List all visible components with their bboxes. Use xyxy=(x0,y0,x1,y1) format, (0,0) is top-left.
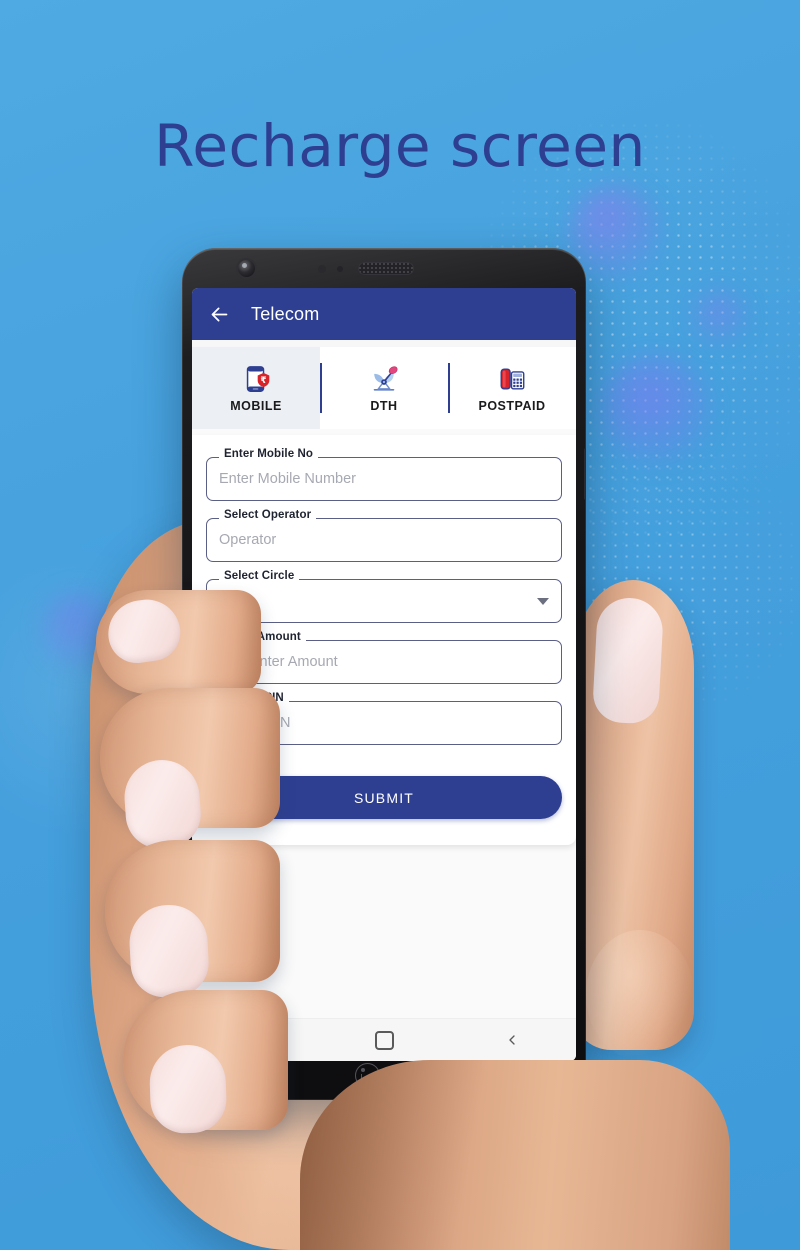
arrow-left-icon[interactable] xyxy=(204,299,234,329)
tab-mobile[interactable]: ₹ MOBILE xyxy=(192,347,320,429)
field-tpin: Enter TPIN xyxy=(206,692,562,745)
background-sheen xyxy=(0,540,200,840)
field-box[interactable]: ₹ xyxy=(206,640,562,684)
thumb-nail xyxy=(591,596,665,725)
submit-button[interactable]: SUBMIT xyxy=(206,776,562,819)
thumb-knuckle-highlight xyxy=(586,930,694,1060)
landline-phone-icon xyxy=(500,367,525,390)
hand-thumb xyxy=(572,580,694,1050)
rupee-icon: ₹ xyxy=(219,652,230,672)
field-label: Enter Mobile No xyxy=(219,448,319,461)
power-button[interactable] xyxy=(584,448,586,500)
fingernail xyxy=(104,595,184,667)
field-box[interactable]: Circle xyxy=(206,579,562,623)
satellite-dish-icon xyxy=(373,365,398,391)
chevron-down-icon[interactable] xyxy=(537,597,549,605)
field-label: Select Operator xyxy=(219,509,317,522)
lg-mark xyxy=(354,1063,380,1088)
circle-select-value: Circle xyxy=(219,593,257,609)
tab-label: DTH xyxy=(370,398,398,413)
lg-logo-icon: LG xyxy=(182,1063,586,1088)
proximity-sensor-icon xyxy=(318,265,326,273)
android-navigation-bar xyxy=(192,1018,576,1061)
lg-wordmark: LG xyxy=(384,1063,414,1087)
recents-icon[interactable] xyxy=(228,1025,284,1055)
decorative-blob xyxy=(693,290,748,345)
mobile-recharge-icon: ₹ xyxy=(246,365,270,392)
back-chevron-icon[interactable] xyxy=(484,1025,540,1055)
tab-label: POSTPAID xyxy=(478,398,546,413)
front-camera-icon xyxy=(238,260,255,277)
tab-label: MOBILE xyxy=(230,398,282,413)
app-bar: Telecom xyxy=(192,288,576,340)
tab-postpaid[interactable]: POSTPAID xyxy=(448,347,576,429)
tab-bar: ₹ MOBILE DTH POSTPAID xyxy=(192,347,576,429)
phone-device: Telecom ₹ MOBILE DTH POSTPAID Enter Mobi… xyxy=(182,248,586,1100)
field-label: Enter Amount xyxy=(219,631,306,644)
poster-canvas: Recharge screen Telecom ₹ MOBILE DTH POS… xyxy=(0,0,800,1250)
decorative-blob xyxy=(40,590,120,670)
tab-bar-wrapper: ₹ MOBILE DTH POSTPAID xyxy=(192,340,576,429)
light-sensor-icon xyxy=(337,266,343,272)
phone-screen: Telecom ₹ MOBILE DTH POSTPAID Enter Mobi… xyxy=(192,288,576,1061)
field-label: Enter TPIN xyxy=(219,692,289,705)
field-box[interactable] xyxy=(206,457,562,501)
earpiece-speaker-icon xyxy=(358,262,414,275)
field-operator: Select Operator xyxy=(206,509,562,562)
decorative-blob xyxy=(600,355,710,465)
svg-text:₹: ₹ xyxy=(260,375,266,385)
mobile-number-input[interactable] xyxy=(219,471,549,487)
field-mobile-no: Enter Mobile No xyxy=(206,448,562,501)
tab-dth[interactable]: DTH xyxy=(320,347,448,429)
field-label: Select Circle xyxy=(219,570,300,583)
field-circle: Select Circle Circle xyxy=(206,570,562,623)
tpin-input[interactable] xyxy=(219,715,549,731)
page-title: Recharge screen xyxy=(154,112,646,180)
field-box[interactable] xyxy=(206,518,562,562)
amount-input[interactable] xyxy=(249,654,549,670)
field-amount: Enter Amount ₹ xyxy=(206,631,562,684)
home-icon[interactable] xyxy=(356,1025,412,1055)
recharge-form-card: Enter Mobile No Select Operator Select C… xyxy=(192,435,576,845)
app-bar-title: Telecom xyxy=(251,303,320,324)
field-box[interactable] xyxy=(206,701,562,745)
operator-input[interactable] xyxy=(219,532,549,548)
content-scroll-area: Enter Mobile No Select Operator Select C… xyxy=(192,429,576,1018)
phone-top-bezel xyxy=(182,248,586,290)
